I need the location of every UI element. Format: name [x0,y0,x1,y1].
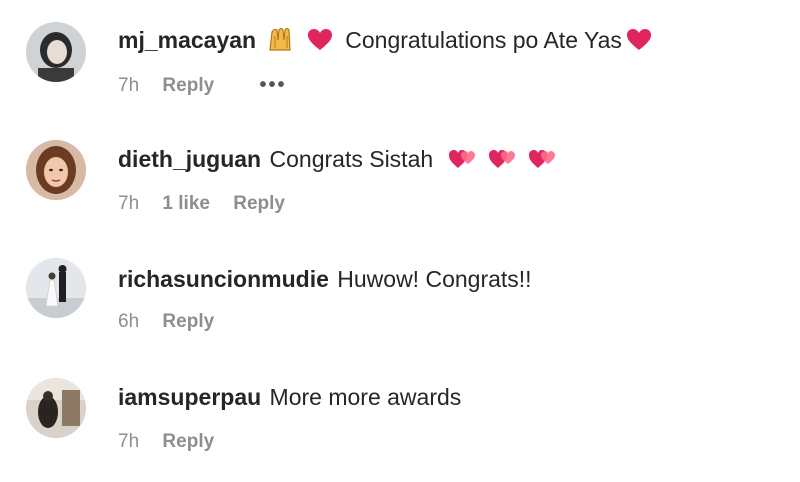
comment-text-line: richasuncionmudie Huwow! Congrats!! [118,264,532,294]
avatar[interactable] [26,258,86,318]
avatar[interactable] [26,22,86,82]
comment-meta: 7h 1 like Reply [118,192,303,216]
comment-username[interactable]: richasuncionmudie [118,266,329,292]
comment-time[interactable]: 7h [118,75,139,96]
red-heart-icon [307,28,333,59]
comment-time[interactable]: 7h [118,193,139,214]
revolving-hearts-icon [488,147,518,178]
comment-body: Congratulations po Ate Yas [345,27,622,53]
avatar[interactable] [26,140,86,200]
likes-count[interactable]: 1 like [162,193,210,214]
comment-meta: 6h Reply [118,310,232,334]
avatar-image [26,378,86,438]
comment-meta: 7h Reply ••• [118,73,304,98]
reply-button[interactable]: Reply [233,193,285,214]
revolving-hearts-icon [448,147,478,178]
avatar-image [26,258,86,318]
red-heart-icon [626,28,652,59]
comment-body: Congrats Sistah [269,146,434,172]
avatar-image [26,22,86,82]
comment-item: dieth_juguan Congrats Sistah 7h 1 like R… [0,120,800,220]
revolving-hearts-icon [528,147,558,178]
reply-button[interactable]: Reply [162,431,214,452]
more-options-icon[interactable]: ••• [259,74,286,96]
comment-body: More more awards [269,384,462,410]
comment-text-line: iamsuperpau More more awards [118,382,461,412]
avatar-image [26,140,86,200]
reply-button[interactable]: Reply [162,75,214,96]
comment-item: iamsuperpau More more awards 7h Reply [0,360,800,460]
reply-button[interactable]: Reply [162,311,214,332]
comment-meta: 7h Reply [118,430,232,454]
comment-username[interactable]: mj_macayan [118,27,256,53]
comment-text-line: mj_macayan Congratulations po Ate Yas [118,25,652,59]
comment-username[interactable]: dieth_juguan [118,146,261,172]
raising-hands-icon [266,26,296,59]
comment-body: Huwow! Congrats!! [337,266,532,292]
avatar[interactable] [26,378,86,438]
comment-item: richasuncionmudie Huwow! Congrats!! 6h R… [0,240,800,340]
comment-time[interactable]: 6h [118,311,139,332]
comment-time[interactable]: 7h [118,431,139,452]
comment-item: mj_macayan Congratulations po Ate Yas 7h… [0,0,800,100]
comment-username[interactable]: iamsuperpau [118,384,261,410]
comment-text-line: dieth_juguan Congrats Sistah [118,144,558,178]
